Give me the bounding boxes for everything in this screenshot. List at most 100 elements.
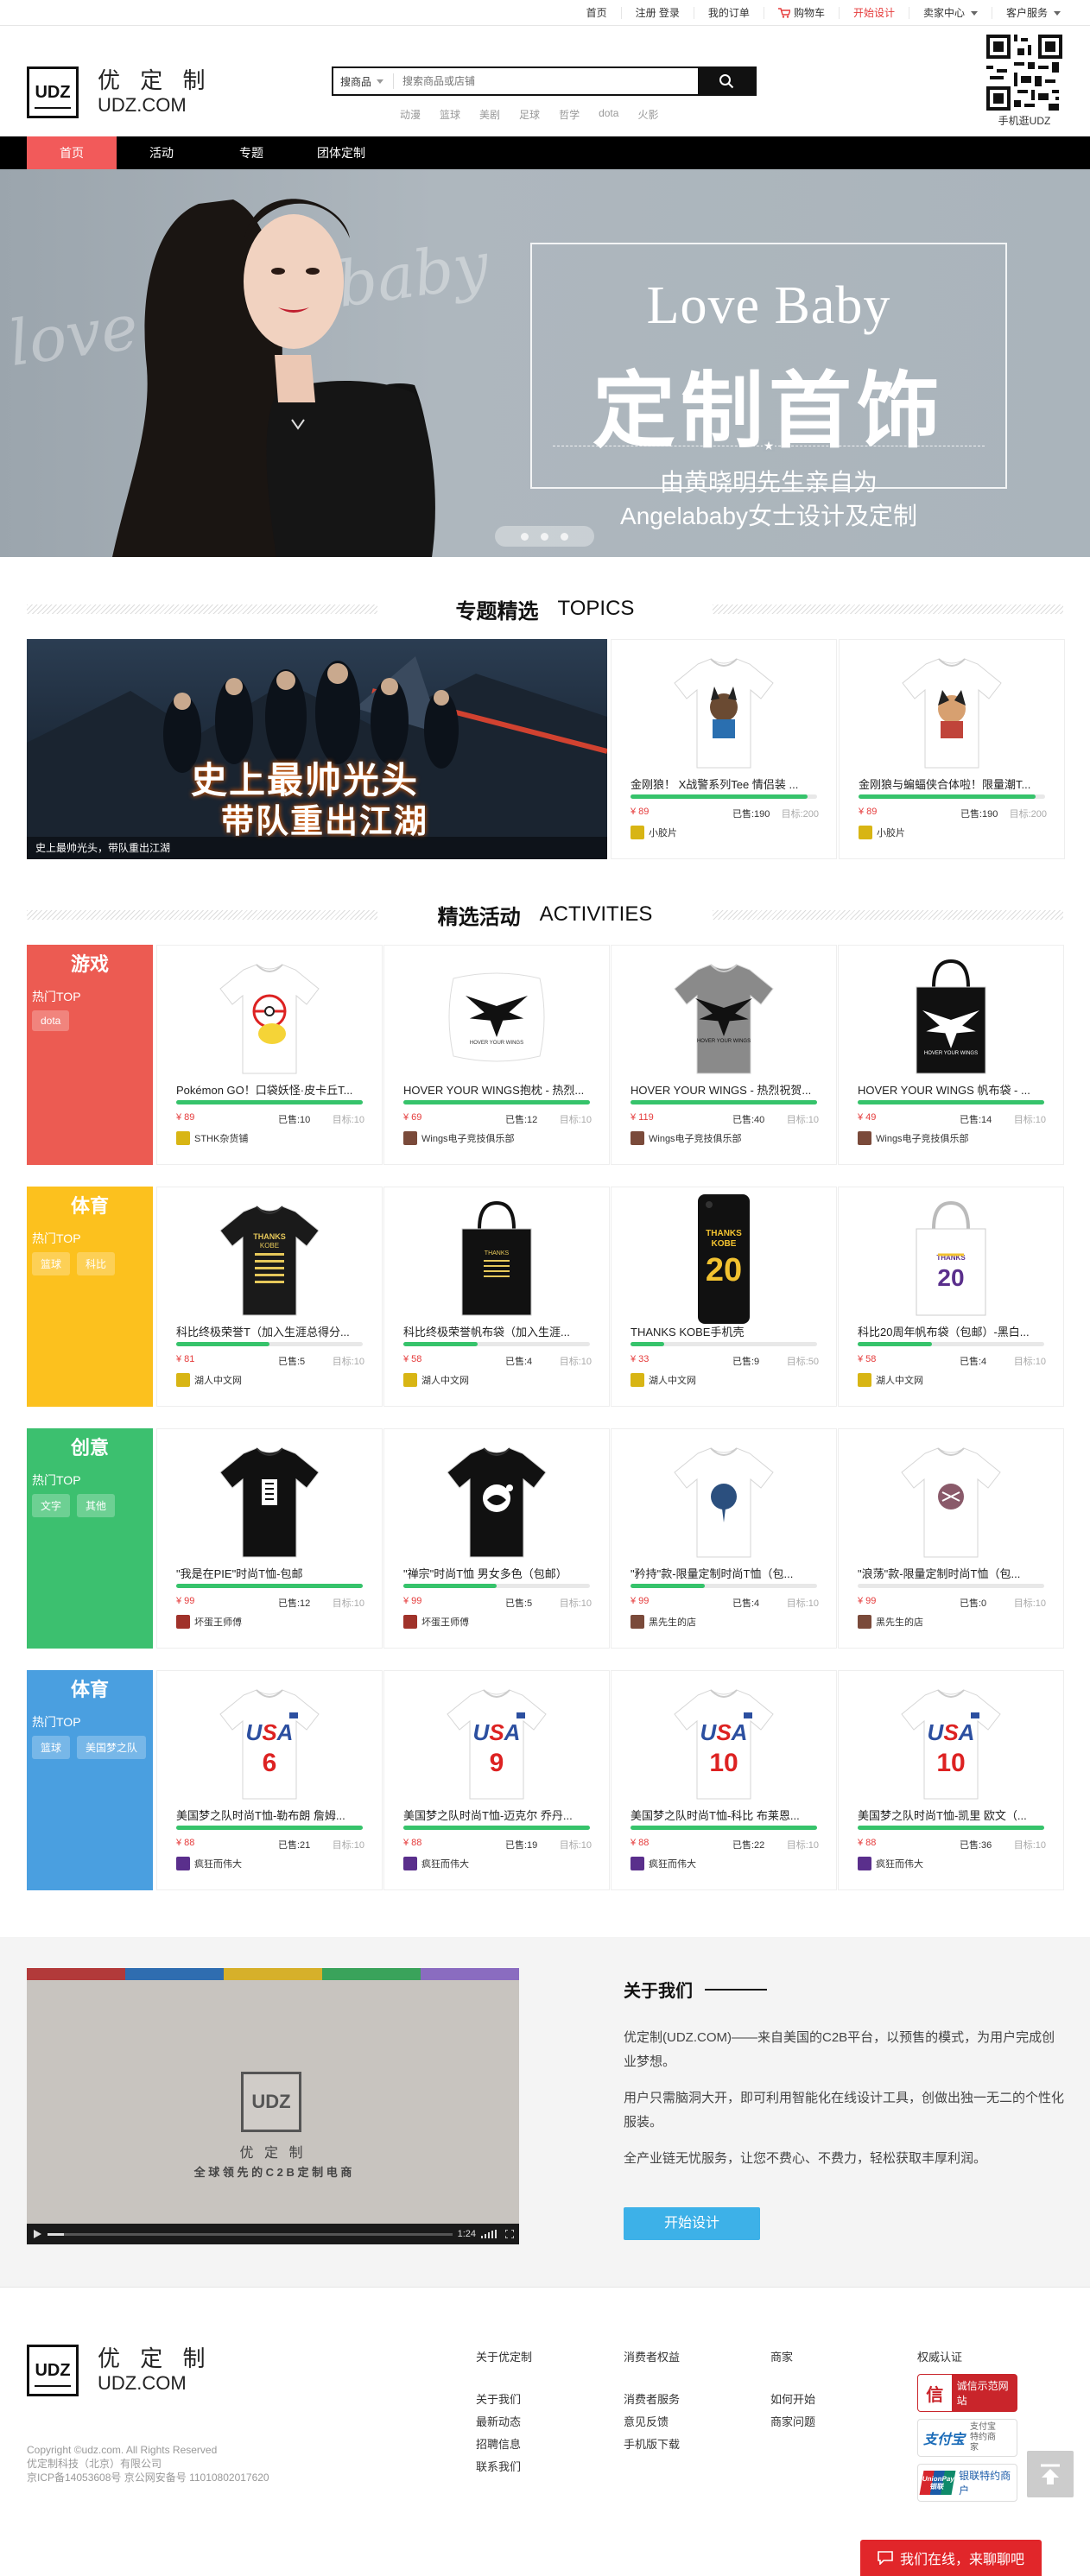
top-link-seller-center[interactable]: 卖家中心 (908, 7, 992, 19)
carousel-dot[interactable] (521, 532, 529, 541)
cert-badge-integrity[interactable]: 信 诚信示范网站 (917, 2374, 1017, 2412)
activity-category-title[interactable]: 游戏 (27, 945, 153, 984)
activity-category-title[interactable]: 体育 (27, 1187, 153, 1226)
activity-tag[interactable]: 篮球 (32, 1736, 71, 1759)
shop-link[interactable]: 疯狂而伟大 (631, 1857, 696, 1870)
activity-tag[interactable]: dota (32, 1010, 70, 1031)
footer-link[interactable]: 手机版下载 (624, 2434, 680, 2456)
product-card[interactable]: USA 9 美国梦之队时尚T恤-迈克尔 乔丹... ¥ 88 已售:19 目标:10 疯狂而… (383, 1670, 610, 1890)
product-card[interactable]: USA 10 美国梦之队时尚T恤-科比 布莱恩... ¥ 88 已售:22 目标:10 疯狂… (611, 1670, 837, 1890)
carousel-dot[interactable] (561, 532, 568, 541)
nav-item-activities[interactable]: 活动 (117, 136, 206, 169)
footer-link[interactable]: 招聘信息 (476, 2434, 532, 2456)
shop-link[interactable]: 湖人中文网 (858, 1373, 923, 1387)
shop-link[interactable]: Wings电子竞技俱乐部 (631, 1131, 742, 1145)
hotword[interactable]: 哲学 (559, 107, 580, 122)
nav-item-home[interactable]: 首页 (27, 136, 117, 169)
shop-link[interactable]: 疯狂而伟大 (858, 1857, 923, 1870)
footer-link[interactable]: 消费者服务 (624, 2389, 680, 2411)
search-input[interactable] (394, 68, 698, 94)
product-card[interactable]: USA 6 美国梦之队时尚T恤-勒布朗 詹姆... ¥ 88 已售:21 目标:10 疯狂而… (156, 1670, 383, 1890)
activity-tag[interactable]: 文字 (32, 1494, 71, 1517)
activity-category-title[interactable]: 体育 (27, 1670, 153, 1710)
top-link-login[interactable]: 注册 登录 (620, 7, 694, 19)
activity-tag[interactable]: 篮球 (32, 1252, 71, 1275)
shop-link[interactable]: 疯狂而伟大 (403, 1857, 469, 1870)
product-card[interactable]: HOVER YOUR WINGS HOVER YOUR WINGS抱枕 - 热烈.… (383, 945, 610, 1165)
site-logo[interactable]: UDZ 优 定 制 UDZ.COM (27, 66, 212, 118)
back-to-top-button[interactable] (1027, 2451, 1074, 2497)
product-card[interactable]: HOVER YOUR WINGS HOVER YOUR WINGS 帆布袋 - .… (838, 945, 1064, 1165)
search-button[interactable] (698, 68, 755, 94)
shop-link[interactable]: Wings电子竞技俱乐部 (858, 1131, 969, 1145)
activity-tag[interactable]: 科比 (77, 1252, 116, 1275)
shop-link[interactable]: 湖人中文网 (631, 1373, 696, 1387)
top-link-orders[interactable]: 我的订单 (693, 7, 764, 19)
activity-tag[interactable]: 美国梦之队 (77, 1736, 147, 1759)
hotword[interactable]: 足球 (519, 107, 540, 122)
hotword[interactable]: dota (599, 107, 618, 122)
hotword[interactable]: 动漫 (400, 107, 421, 122)
footer-logo[interactable]: UDZ 优 定 制 UDZ.COM (27, 2345, 212, 2396)
footer-link[interactable]: 关于我们 (476, 2389, 532, 2411)
hotword[interactable]: 美剧 (479, 107, 500, 122)
product-card[interactable]: THANKS 科比终极荣誉帆布袋（加入生涯... ¥ 58 已售:4 目标:10 湖人中文… (383, 1187, 610, 1407)
product-card[interactable]: THANKS KOBE 20 THANKS KOBE手机壳 ¥ 33 已售:9 目标:50 湖… (611, 1187, 837, 1407)
banner-subtitle-line-2: Angelababy女士设计及定制 (620, 503, 917, 530)
cert-badge-alipay[interactable]: 支付宝 支付宝 特约商家 (917, 2419, 1017, 2457)
video-progress-bar[interactable] (48, 2232, 453, 2236)
top-link-customer-service[interactable]: 客户服务 (991, 7, 1074, 19)
shop-link[interactable]: 黑先生的店 (858, 1615, 923, 1629)
start-design-button[interactable]: 开始设计 (624, 2207, 760, 2240)
volume-icon[interactable] (481, 2230, 500, 2238)
product-card[interactable]: USA 10 美国梦之队时尚T恤-凯里 欧文（... ¥ 88 已售:36 目标:10 疯狂… (838, 1670, 1064, 1890)
topic-feature-banner[interactable]: 史上最帅光头 带队重出江湖 史上最帅光头，带队重出江湖 (27, 639, 607, 859)
shop-link[interactable]: 小胶片 (631, 826, 677, 839)
product-title: 金刚狼与蝙蝠侠合体啦！限量潮T... (859, 778, 1031, 791)
fullscreen-icon[interactable] (505, 2230, 514, 2238)
carousel-dot[interactable] (541, 532, 548, 541)
intro-video-player[interactable]: UDZ 优 定 制 全 球 领 先 的 C 2 B 定 制 电 商 1:24 (27, 1968, 519, 2244)
product-card[interactable]: THANKS 20 科比20周年帆布袋（包邮）-黑白... ¥ 58 已售:4 目标:10… (838, 1187, 1064, 1407)
title-hatch (27, 604, 377, 614)
hotword[interactable]: 火影 (637, 107, 658, 122)
product-card[interactable]: "矜持"款-限量定制时尚T恤（包... ¥ 99 已售:4 目标:10 黑先生的店 (611, 1428, 837, 1649)
footer-link[interactable]: 联系我们 (476, 2456, 532, 2478)
activity-tag[interactable]: 其他 (77, 1494, 116, 1517)
search-category-select[interactable]: 搜商品 (333, 73, 394, 89)
shop-name: 疯狂而伟大 (421, 1859, 469, 1870)
activity-category-title[interactable]: 创意 (27, 1428, 153, 1468)
product-card[interactable]: 金刚狼与蝙蝠侠合体啦！限量潮T... ¥ 89 已售:190 目标:200 小胶片 (839, 639, 1065, 859)
product-card[interactable]: "浪荡"款-限量定制时尚T恤（包... ¥ 99 已售:0 目标:10 黑先生的店 (838, 1428, 1064, 1649)
shop-link[interactable]: 湖人中文网 (403, 1373, 469, 1387)
shop-link[interactable]: 坏蛋王师傅 (403, 1615, 469, 1629)
play-icon[interactable] (32, 2229, 42, 2239)
cert-badge-unionpay[interactable]: UnionPay 银联 银联特约商户 (917, 2464, 1017, 2502)
top-link-cart[interactable]: 购物车 (763, 7, 839, 19)
shop-link[interactable]: 坏蛋王师傅 (176, 1615, 242, 1629)
product-card[interactable]: "禅宗"时尚T恤 男女多色（包邮） ¥ 99 已售:5 目标:10 坏蛋王师傅 (383, 1428, 610, 1649)
shop-link[interactable]: 湖人中文网 (176, 1373, 242, 1387)
product-card[interactable]: Pokémon GO！口袋妖怪·皮卡丘T... ¥ 89 已售:10 目标:10 STH… (156, 945, 383, 1165)
nav-item-topics[interactable]: 专题 (206, 136, 296, 169)
hero-banner[interactable]: love baby Love Baby 定制首饰 ★ 由黄晓明先生亲自为 Ang… (0, 169, 1090, 557)
top-link-home[interactable]: 首页 (573, 7, 621, 19)
live-chat-button[interactable]: 我们在线，来聊聊吧 (860, 2540, 1042, 2576)
shop-link[interactable]: 疯狂而伟大 (176, 1857, 242, 1870)
product-card[interactable]: THANKS KOBE 科比终极荣誉T（加入生涯总得分... ¥ 81 已售:5 目标:1… (156, 1187, 383, 1407)
footer-link[interactable]: 最新动态 (476, 2411, 532, 2434)
shop-link[interactable]: Wings电子竞技俱乐部 (403, 1131, 515, 1145)
shop-link[interactable]: 黑先生的店 (631, 1615, 696, 1629)
top-link-start-design[interactable]: 开始设计 (838, 7, 909, 19)
product-goal: 目标:10 (1013, 1115, 1046, 1125)
product-card[interactable]: 金刚狼！ X战警系列Tee 情侣装 ... ¥ 89 已售:190 目标:200 小胶片 (611, 639, 837, 859)
product-card[interactable]: HOVER YOUR WINGS HOVER YOUR WINGS - 热烈祝贺.… (611, 945, 837, 1165)
nav-item-group-custom[interactable]: 团体定制 (296, 136, 386, 169)
footer-link[interactable]: 意见反馈 (624, 2411, 680, 2434)
shop-link[interactable]: 小胶片 (859, 826, 905, 839)
footer-link[interactable]: 商家问题 (770, 2411, 815, 2434)
shop-link[interactable]: STHK杂货铺 (176, 1131, 248, 1145)
hotword[interactable]: 篮球 (440, 107, 460, 122)
footer-link[interactable]: 如何开始 (770, 2389, 815, 2411)
product-card[interactable]: "我是在PIE"时尚T恤-包邮 ¥ 99 已售:12 目标:10 坏蛋王师傅 (156, 1428, 383, 1649)
